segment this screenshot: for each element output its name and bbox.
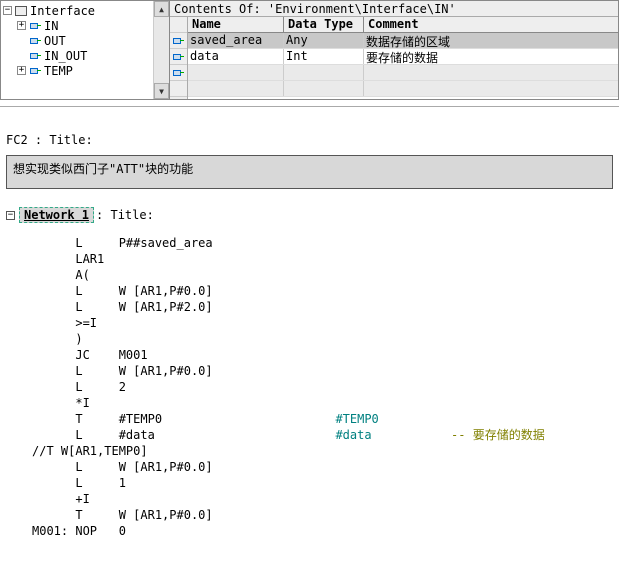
tree-item[interactable]: + TEMP [3, 63, 169, 78]
grid-gutter [170, 17, 188, 99]
var-folder-icon [28, 51, 42, 61]
expander-icon[interactable]: − [3, 6, 12, 15]
fc-title: FC2 : Title: [6, 133, 613, 147]
block-title-box[interactable]: 想实现类似西门子"ATT"块的功能 [6, 155, 613, 189]
var-row-icon [171, 36, 185, 46]
tree-item-label: OUT [44, 34, 66, 48]
var-folder-icon [28, 21, 42, 31]
expander-icon[interactable]: + [17, 66, 26, 75]
var-row-icon [171, 68, 185, 78]
scroll-up-icon[interactable]: ▲ [154, 1, 169, 17]
network-header[interactable]: − Network 1 : Title: [6, 207, 613, 223]
interface-tree[interactable]: − Interface + INOUTIN_OUT + TEMP ▲ ▼ [1, 1, 170, 99]
table-row[interactable]: dataInt要存储的数据 [188, 49, 618, 65]
grid-header: Name Data Type Comment [188, 17, 618, 33]
var-folder-icon [28, 66, 42, 76]
table-row-empty[interactable] [188, 65, 618, 81]
var-folder-icon [28, 36, 42, 46]
table-row[interactable]: saved_areaAny数据存储的区域 [188, 33, 618, 49]
variable-grid-panel: Contents Of: 'Environment\Interface\IN' … [170, 1, 618, 99]
var-row-icon [171, 52, 185, 62]
code-editor: FC2 : Title: 想实现类似西门子"ATT"块的功能 − Network… [0, 106, 619, 545]
tree-item-label: IN [44, 19, 58, 33]
tree-scrollbar[interactable]: ▲ ▼ [153, 1, 169, 99]
top-panel: − Interface + INOUTIN_OUT + TEMP ▲ ▼ Conten… [0, 0, 619, 100]
tree-item[interactable]: + IN [3, 18, 169, 33]
col-comment[interactable]: Comment [364, 17, 618, 32]
cell-comment[interactable]: 要存储的数据 [364, 49, 618, 64]
path-bar: Contents Of: 'Environment\Interface\IN' [170, 1, 618, 17]
tree-item-label: IN_OUT [44, 49, 87, 63]
col-type[interactable]: Data Type [284, 17, 364, 32]
tree-item[interactable]: IN_OUT [3, 48, 169, 63]
cell-name[interactable]: data [188, 49, 284, 64]
stl-code[interactable]: L P##saved_area LAR1 A( L W [AR1,P#0.0] … [32, 235, 613, 539]
network-expander-icon[interactable]: − [6, 211, 15, 220]
cell-type[interactable]: Int [284, 49, 364, 64]
col-name[interactable]: Name [188, 17, 284, 32]
tree-root-label: Interface [30, 4, 95, 18]
cell-name[interactable]: saved_area [188, 33, 284, 48]
tree-root[interactable]: − Interface [3, 3, 169, 18]
network-label[interactable]: Network 1 [19, 207, 94, 223]
tree-item[interactable]: OUT [3, 33, 169, 48]
table-row-empty[interactable] [188, 81, 618, 97]
network-title-suffix: : Title: [96, 208, 154, 222]
variable-grid[interactable]: Name Data Type Comment saved_areaAny数据存储… [188, 17, 618, 99]
tree-item-label: TEMP [44, 64, 73, 78]
cell-comment[interactable]: 数据存储的区域 [364, 33, 618, 48]
cell-type[interactable]: Any [284, 33, 364, 48]
interface-icon [14, 5, 28, 16]
expander-icon[interactable]: + [17, 21, 26, 30]
scroll-down-icon[interactable]: ▼ [154, 83, 169, 99]
